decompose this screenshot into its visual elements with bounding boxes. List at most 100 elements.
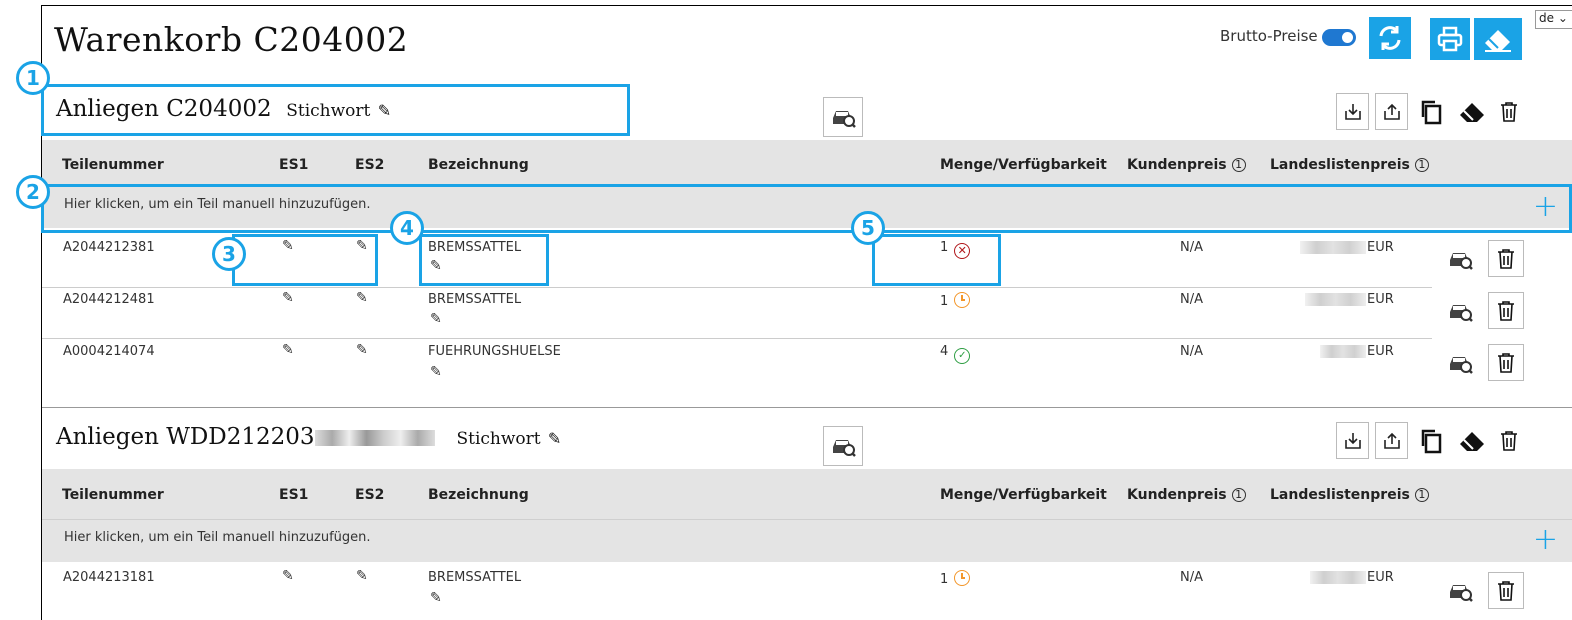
col-teilenummer: Teilenummer: [62, 487, 164, 503]
pencil-icon[interactable]: ✎: [282, 290, 294, 306]
col-menge: Menge/Verfügbarkeit: [940, 157, 1107, 173]
callout-box-1: [41, 84, 630, 136]
copy-button[interactable]: [1414, 422, 1447, 459]
delete-group-button[interactable]: [1494, 422, 1524, 459]
redacted-price: [1300, 241, 1366, 254]
refresh-icon: [1379, 26, 1401, 50]
callout-box-4: [419, 234, 549, 286]
pencil-icon[interactable]: ✎: [356, 342, 368, 358]
import-button[interactable]: [1336, 422, 1369, 459]
add-part-text: Hier klicken, um ein Teil manuell hinzuz…: [64, 530, 371, 545]
pencil-icon[interactable]: ✎: [430, 590, 442, 606]
vehicle-search-button[interactable]: [1440, 292, 1480, 329]
delete-row-button[interactable]: [1488, 240, 1524, 277]
pencil-icon[interactable]: ✎: [356, 568, 368, 584]
pencil-icon[interactable]: ✎: [548, 429, 561, 448]
vehicle-search-button[interactable]: [823, 426, 863, 466]
redacted-price: [1320, 345, 1366, 358]
import-icon: [1344, 103, 1361, 120]
delete-row-button[interactable]: [1488, 344, 1524, 381]
delete-group-button[interactable]: [1494, 93, 1524, 130]
vehicle-search-button[interactable]: [1440, 240, 1480, 277]
customer-price: N/A: [1180, 240, 1203, 255]
col-menge: Menge/Verfügbarkeit: [940, 487, 1107, 503]
clear-cart-button[interactable]: [1474, 18, 1522, 60]
pencil-icon[interactable]: ✎: [282, 342, 294, 358]
col-es1: ES1: [279, 157, 309, 173]
info-icon[interactable]: 1: [1231, 158, 1246, 172]
vehicle-search-button[interactable]: [1440, 572, 1480, 609]
car-search-icon: [833, 440, 856, 457]
part-description: FUEHRUNGSHUELSE: [428, 344, 561, 359]
pencil-icon[interactable]: ✎: [430, 311, 442, 327]
callout-number-1: 1: [16, 61, 50, 95]
clear-group-button[interactable]: [1453, 93, 1491, 130]
car-search-icon: [833, 111, 856, 128]
callout-box-5: [872, 234, 1001, 286]
info-icon[interactable]: 1: [1231, 488, 1246, 502]
car-search-icon: [1450, 252, 1473, 270]
plus-icon[interactable]: +: [1533, 522, 1558, 557]
copy-button[interactable]: [1414, 93, 1447, 130]
part-number: A2044213181: [63, 570, 155, 585]
refresh-button[interactable]: [1369, 17, 1411, 59]
col-es2: ES2: [355, 487, 385, 503]
trash-icon: [1498, 248, 1514, 269]
export-icon: [1383, 103, 1400, 120]
info-icon[interactable]: 1: [1414, 488, 1429, 502]
print-button[interactable]: [1430, 18, 1470, 60]
info-icon[interactable]: 1: [1414, 158, 1429, 172]
pencil-icon[interactable]: ✎: [430, 364, 442, 380]
quantity: 4 ✓: [940, 344, 971, 364]
import-button[interactable]: [1336, 93, 1369, 130]
clock-icon: [954, 292, 971, 308]
group-divider: [42, 407, 1572, 408]
import-icon: [1344, 432, 1361, 449]
customer-price: N/A: [1180, 570, 1203, 585]
customer-price: N/A: [1180, 344, 1203, 359]
eraser-icon: [1460, 102, 1484, 122]
part-number: A2044212381: [63, 240, 155, 255]
pencil-icon[interactable]: ✎: [282, 568, 294, 584]
row-divider: [42, 338, 1432, 339]
redacted-price: [1310, 571, 1366, 584]
page-title: Warenkorb C204002: [54, 20, 409, 59]
eraser-icon: [1485, 30, 1511, 52]
table-header: Teilenummer ES1 ES2 Bezeichnung Menge/Ve…: [42, 140, 1572, 186]
part-number: A0004214074: [63, 344, 155, 359]
vehicle-search-button[interactable]: [1440, 344, 1480, 381]
add-part-row[interactable]: Hier klicken, um ein Teil manuell hinzuz…: [42, 519, 1572, 562]
currency: EUR: [1367, 570, 1394, 585]
export-button[interactable]: [1375, 93, 1408, 130]
export-button[interactable]: [1375, 422, 1408, 459]
vehicle-search-button[interactable]: [823, 97, 863, 137]
brutto-prices-toggle[interactable]: [1322, 29, 1356, 46]
car-search-icon: [1450, 356, 1473, 374]
col-kundenpreis: Kundenpreis 1: [1127, 487, 1246, 503]
delete-row-button[interactable]: [1488, 572, 1524, 609]
available-check-icon: ✓: [954, 348, 971, 364]
callout-box-2: [41, 184, 1572, 233]
car-search-icon: [1450, 304, 1473, 322]
clear-group-button[interactable]: [1453, 422, 1491, 459]
table-header: Teilenummer ES1 ES2 Bezeichnung Menge/Ve…: [42, 469, 1572, 519]
copy-icon: [1421, 100, 1441, 124]
export-icon: [1383, 432, 1400, 449]
part-description: BREMSSATTEL: [428, 292, 522, 307]
trash-icon: [1498, 352, 1514, 373]
keyword-label: Stichwort: [456, 429, 541, 449]
col-landeslistenpreis: Landeslistenpreis 1: [1270, 157, 1429, 173]
currency: EUR: [1367, 344, 1394, 359]
pencil-icon[interactable]: ✎: [356, 290, 368, 306]
brutto-prices-label: Brutto-Preise: [1220, 27, 1318, 45]
trash-icon: [1501, 430, 1517, 451]
language-select[interactable]: de ⌄: [1535, 10, 1572, 29]
car-search-icon: [1450, 584, 1473, 602]
trash-icon: [1498, 300, 1514, 321]
currency: EUR: [1367, 240, 1394, 255]
customer-price: N/A: [1180, 292, 1203, 307]
col-es1: ES1: [279, 487, 309, 503]
col-es2: ES2: [355, 157, 385, 173]
delete-row-button[interactable]: [1488, 292, 1524, 329]
callout-number-5: 5: [851, 211, 885, 245]
